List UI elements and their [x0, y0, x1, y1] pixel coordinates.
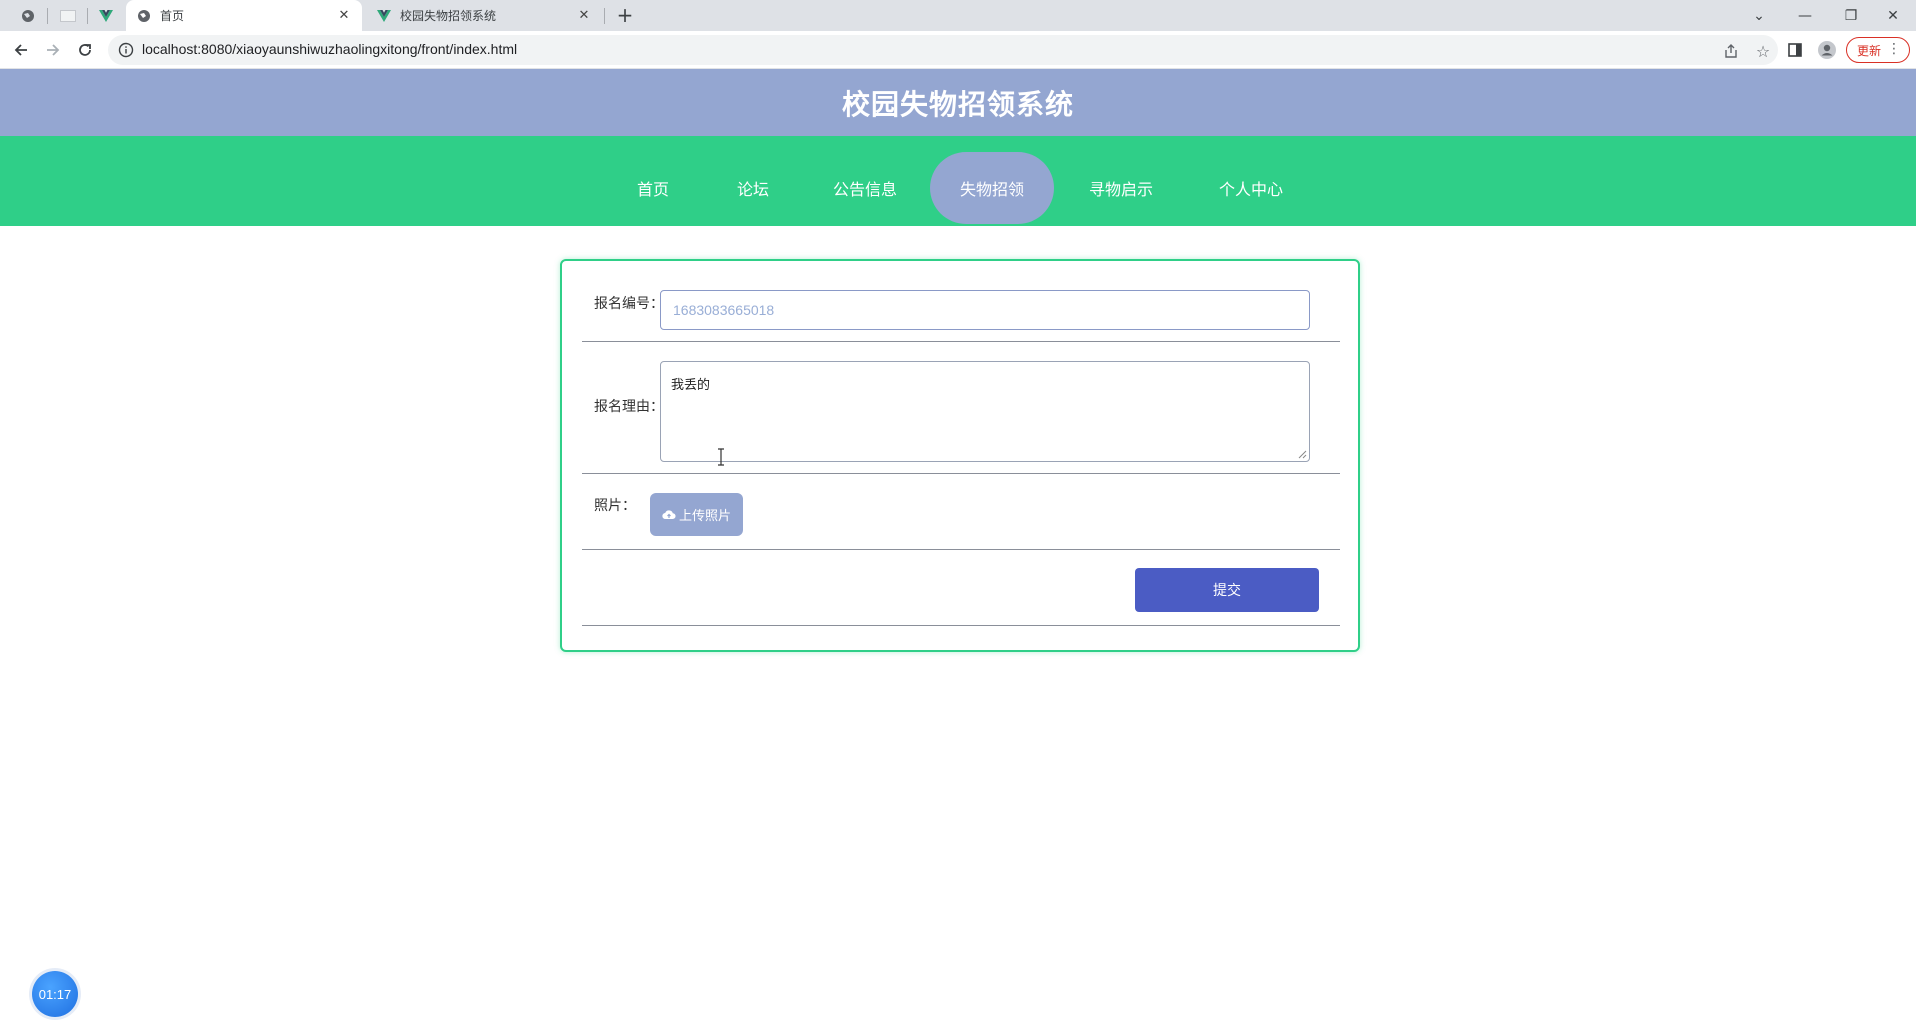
- minimize-button[interactable]: —: [1782, 0, 1828, 31]
- tab-lost-found[interactable]: 校园失物招领系统 ✕: [366, 0, 602, 31]
- new-tab-button[interactable]: +: [612, 4, 638, 28]
- upload-photo-label: 上传照片: [678, 509, 731, 524]
- close-icon[interactable]: ✕: [336, 8, 352, 24]
- bookmark-star-icon[interactable]: ☆: [1754, 42, 1772, 61]
- vue-icon: [99, 9, 113, 22]
- vue-icon: [376, 8, 392, 24]
- profile-button[interactable]: [1812, 35, 1842, 65]
- close-window-button[interactable]: ✕: [1870, 0, 1916, 31]
- reason-text: 我丢的: [671, 378, 711, 393]
- site-header: 校园失物招领系统: [0, 69, 1916, 136]
- avatar-icon: [1818, 41, 1836, 59]
- nav-item-home[interactable]: 首页: [622, 152, 684, 224]
- url-text: localhost:8080/xiaoyaunshiwuzhaolingxito…: [142, 41, 518, 57]
- update-button[interactable]: 更新 ⋮: [1846, 37, 1910, 63]
- photo-label: 照片：: [594, 498, 636, 514]
- share-icon[interactable]: [1722, 42, 1740, 60]
- site-title: 校园失物招领系统: [841, 87, 1074, 121]
- tab-home[interactable]: 首页 ✕: [126, 0, 362, 31]
- reason-label: 报名理由：: [594, 399, 664, 415]
- site-info-icon[interactable]: [118, 42, 134, 58]
- browser-toolbar: localhost:8080/xiaoyaunshiwuzhaolingxito…: [0, 31, 1916, 69]
- address-bar[interactable]: localhost:8080/xiaoyaunshiwuzhaolingxito…: [108, 35, 1778, 65]
- timer-text: 01:17: [38, 986, 72, 1002]
- cloud-upload-icon: [662, 509, 676, 519]
- reload-icon: [79, 44, 91, 56]
- arrow-left-icon: [14, 44, 27, 56]
- forward-button[interactable]: [38, 35, 68, 65]
- more-menu-icon[interactable]: ⋮: [1887, 41, 1901, 57]
- main-nav: 首页 论坛 公告信息 失物招领 寻物启示 个人中心: [0, 136, 1916, 226]
- nav-item-lost-found[interactable]: 失物招领: [930, 152, 1054, 224]
- upload-photo-button[interactable]: 上传照片: [650, 493, 743, 536]
- globe-icon: [22, 9, 34, 22]
- pinned-tab-vue[interactable]: [92, 0, 120, 31]
- reload-button[interactable]: [70, 35, 100, 65]
- nav-item-announcements[interactable]: 公告信息: [822, 152, 908, 224]
- close-icon[interactable]: ✕: [576, 8, 592, 24]
- claim-form: 报名编号： 1683083665018 报名理由： 我丢的 照片： 上传照片 提…: [560, 259, 1360, 652]
- tab-title: 校园失物招领系统: [400, 9, 497, 23]
- tab-search-chevron-icon[interactable]: ⌄: [1736, 0, 1782, 31]
- nav-item-forum[interactable]: 论坛: [722, 152, 784, 224]
- side-panel-button[interactable]: [1780, 35, 1810, 65]
- resize-grip-icon[interactable]: [1297, 449, 1307, 459]
- submit-button[interactable]: 提交: [1135, 568, 1319, 612]
- update-label: 更新: [1857, 43, 1882, 58]
- globe-icon: [136, 8, 152, 24]
- blank-page-icon: [60, 9, 76, 22]
- side-panel-icon: [1788, 43, 1802, 57]
- browser-tab-strip: 首页 ✕ 校园失物招领系统 ✕ + ⌄ — ❐ ✕: [0, 0, 1916, 31]
- nav-item-profile[interactable]: 个人中心: [1208, 152, 1294, 224]
- text-cursor-icon: [718, 448, 724, 466]
- tab-title: 首页: [160, 9, 185, 23]
- nav-item-lost-notices[interactable]: 寻物启示: [1078, 152, 1164, 224]
- back-button[interactable]: [6, 35, 36, 65]
- restore-button[interactable]: ❐: [1828, 0, 1874, 31]
- recording-timer-badge[interactable]: 01:17: [32, 971, 78, 1017]
- signup-no-label: 报名编号：: [594, 296, 664, 312]
- pinned-tab-globe[interactable]: [14, 0, 42, 31]
- arrow-right-icon: [47, 44, 60, 56]
- signup-no-input[interactable]: 1683083665018: [660, 290, 1310, 330]
- reason-textarea[interactable]: 我丢的: [660, 361, 1310, 462]
- pinned-tab-blank[interactable]: [54, 0, 82, 31]
